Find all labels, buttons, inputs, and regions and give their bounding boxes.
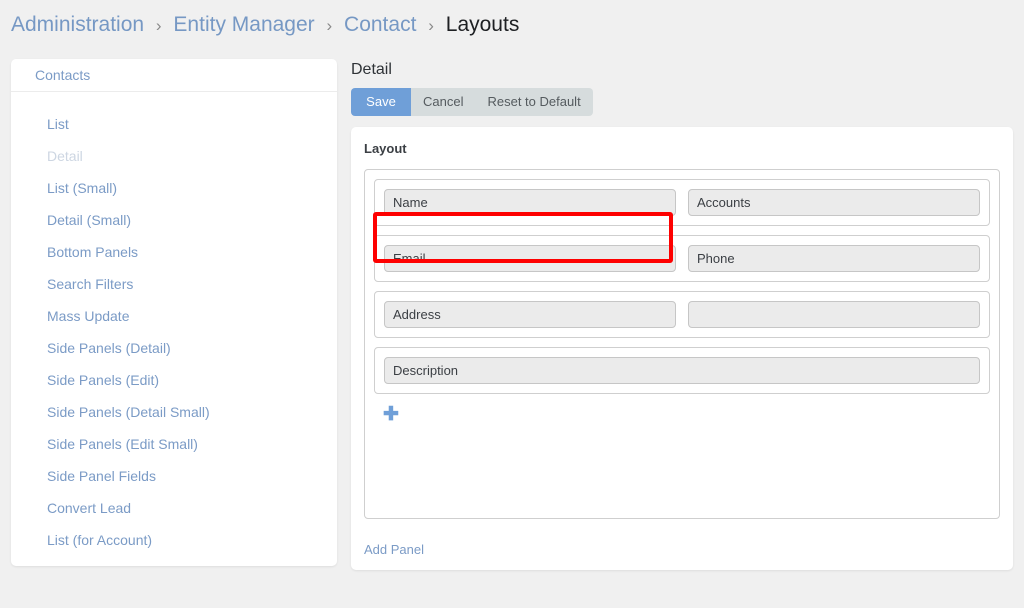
layout-editor-card: Layout Name Accounts Email Phone Address Desc… [351, 127, 1013, 570]
save-button[interactable]: Save [351, 88, 411, 116]
layout-rows-host: Name Accounts Email Phone Address Description [374, 179, 990, 394]
sidebar-item-list-small[interactable]: List (Small) [11, 172, 337, 204]
layout-row: Email Phone [374, 235, 990, 282]
reset-to-default-button[interactable]: Reset to Default [475, 88, 592, 116]
breadcrumb-separator-icon: › [428, 16, 434, 35]
breadcrumb-separator-icon: › [156, 16, 162, 35]
layout-cell-name[interactable]: Name [384, 189, 676, 216]
sidebar-list: ListDetailList (Small)Detail (Small)Bott… [11, 92, 337, 556]
layout-cell-address[interactable]: Address [384, 301, 676, 328]
sidebar-item-side-panels-edit-small[interactable]: Side Panels (Edit Small) [11, 428, 337, 460]
sidebar-item-detail-small[interactable]: Detail (Small) [11, 204, 337, 236]
sidebar-item-side-panels-edit[interactable]: Side Panels (Edit) [11, 364, 337, 396]
breadcrumb-item-entity-manager[interactable]: Entity Manager [173, 13, 314, 36]
layout-cell-email[interactable]: Email [384, 245, 676, 272]
sidebar-item-search-filters[interactable]: Search Filters [11, 268, 337, 300]
sidebar-item-side-panel-fields[interactable]: Side Panel Fields [11, 460, 337, 492]
layout-panel-container: Name Accounts Email Phone Address Description… [364, 169, 1000, 519]
sidebar-item-bottom-panels[interactable]: Bottom Panels [11, 236, 337, 268]
layout-cell-accounts[interactable]: Accounts [688, 189, 980, 216]
sidebar-item-mass-update[interactable]: Mass Update [11, 300, 337, 332]
layout-section-label: Layout [364, 141, 407, 156]
sidebar-item-side-panels-detail[interactable]: Side Panels (Detail) [11, 332, 337, 364]
sidebar-item-list-for-account[interactable]: List (for Account) [11, 524, 337, 556]
sidebar-panel: Contacts ListDetailList (Small)Detail (S… [11, 59, 337, 566]
breadcrumb-item-layouts: Layouts [446, 13, 520, 36]
sidebar-item-list[interactable]: List [11, 108, 337, 140]
plus-icon[interactable]: ✚ [383, 405, 399, 424]
sidebar-item-detail: Detail [11, 140, 337, 172]
sidebar-header-contacts[interactable]: Contacts [11, 59, 337, 92]
breadcrumb-separator-icon: › [327, 16, 333, 35]
breadcrumb-item-administration[interactable]: Administration [11, 13, 144, 36]
action-button-group: Save Cancel Reset to Default [351, 88, 593, 116]
sidebar-item-side-panels-detail-small[interactable]: Side Panels (Detail Small) [11, 396, 337, 428]
cancel-button[interactable]: Cancel [411, 88, 475, 116]
breadcrumb: Administration › Entity Manager › Contac… [11, 10, 519, 41]
page-title: Detail [351, 59, 392, 81]
sidebar-item-convert-lead[interactable]: Convert Lead [11, 492, 337, 524]
layout-cell-phone[interactable]: Phone [688, 245, 980, 272]
add-row-button[interactable]: ✚ [374, 403, 990, 435]
layout-row: Name Accounts [374, 179, 990, 226]
layout-cell-empty[interactable] [688, 301, 980, 328]
layout-row: Address [374, 291, 990, 338]
layout-cell-description[interactable]: Description [384, 357, 980, 384]
add-panel-link[interactable]: Add Panel [364, 542, 424, 557]
breadcrumb-item-contact[interactable]: Contact [344, 13, 416, 36]
layout-row: Description [374, 347, 990, 394]
